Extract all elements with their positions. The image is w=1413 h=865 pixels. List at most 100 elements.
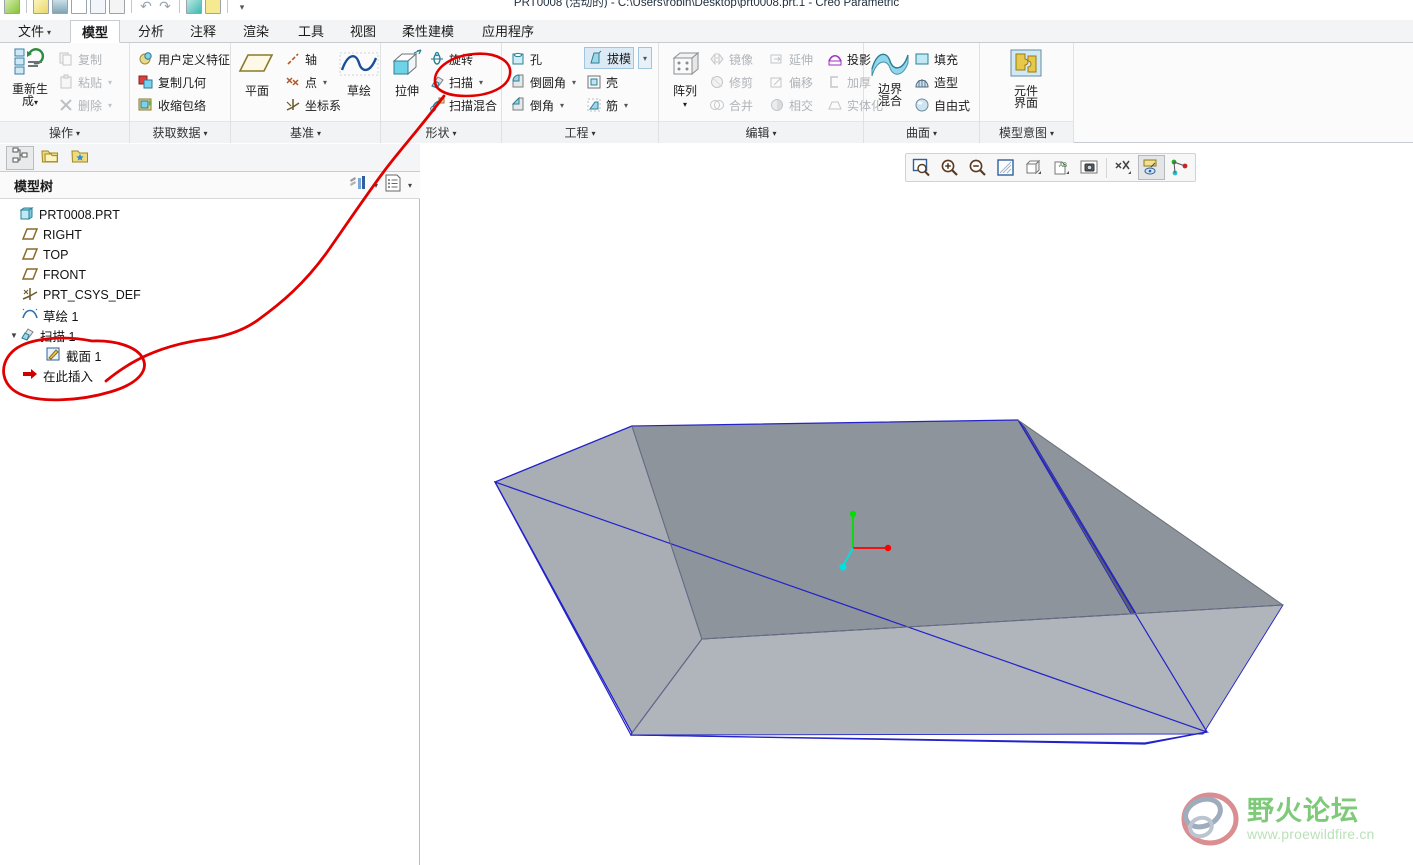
copy-geometry-button[interactable]: 复制几何	[138, 72, 206, 92]
udf-button[interactable]: 用户定义特征	[138, 49, 230, 69]
tab-file[interactable]: 文件 ▾	[8, 20, 64, 43]
undo-icon[interactable]: ↶	[138, 0, 154, 14]
open-icon[interactable]	[33, 0, 49, 14]
datum-plane-button[interactable]: 平面	[233, 49, 281, 97]
regenerate-icon[interactable]	[186, 0, 202, 14]
tree-node-sweep1[interactable]: ▼ 扫描 1	[8, 325, 75, 345]
trim-icon	[709, 74, 725, 90]
quick-access-toolbar[interactable]: ↶ ↷ ▾	[0, 0, 250, 16]
round-button[interactable]: 倒圆角 ▾	[510, 72, 576, 92]
swept-blend-button[interactable]: 扫描混合	[429, 95, 497, 115]
draft-dropdown[interactable]: ▾	[638, 47, 652, 69]
tab-folder-browser[interactable]	[36, 146, 64, 170]
merge-button[interactable]: 合并	[709, 95, 753, 115]
tree-node-insert-here[interactable]: 在此插入	[22, 365, 93, 385]
page-title: 模型树	[14, 178, 54, 194]
shell-icon	[586, 74, 602, 90]
tab-model-tree[interactable]	[6, 145, 34, 170]
ribbon-group-datum-label[interactable]: 基准 ▾	[231, 121, 380, 143]
freestyle-button[interactable]: 自由式	[914, 95, 970, 115]
component-interface-label-line2: 界面	[1013, 96, 1038, 110]
hole-button[interactable]: 孔	[510, 49, 542, 69]
sketch-button[interactable]: 草绘	[335, 49, 383, 97]
tree-filter-icon[interactable]	[348, 174, 368, 197]
tree-node-right[interactable]: RIGHT	[21, 225, 82, 245]
revolve-button[interactable]: 旋转	[429, 49, 473, 69]
draft-button[interactable]: 拔模	[584, 47, 635, 69]
tab-render[interactable]: 渲染	[233, 20, 279, 43]
shell-button[interactable]: 壳	[586, 72, 618, 92]
graphics-area[interactable]: AB 野火论坛 www.proewildfire.cn	[421, 144, 1413, 865]
offset-button[interactable]: 偏移	[769, 72, 813, 92]
qat-separator-2	[131, 0, 132, 13]
tab-flexible-modeling[interactable]: 柔性建模	[392, 20, 464, 43]
tab-tools[interactable]: 工具	[288, 20, 334, 43]
delete-button[interactable]: 删除 ▾	[58, 95, 112, 115]
copy-button[interactable]: 复制	[58, 49, 102, 69]
rib-button[interactable]: 筋 ▾	[586, 95, 628, 115]
more-icon[interactable]: ▾	[234, 0, 250, 14]
ribbon-tabstrip[interactable]: 文件 ▾ 模型 分析 注释 渲染 工具 视图 柔性建模 应用程序	[0, 20, 1413, 43]
list-icon[interactable]	[90, 0, 106, 14]
note-icon[interactable]	[205, 0, 221, 14]
axis-button[interactable]: 轴	[285, 49, 317, 69]
save-icon[interactable]	[52, 0, 68, 14]
intersect-button[interactable]: 相交	[769, 95, 813, 115]
tree-node-part[interactable]: PRT0008.PRT	[8, 205, 120, 225]
copy-window-icon[interactable]	[109, 0, 125, 14]
chamfer-button[interactable]: 倒角 ▾	[510, 95, 564, 115]
copy-geometry-label: 复制几何	[158, 75, 207, 90]
chevron-down-icon: ▾	[34, 98, 39, 107]
ribbon-group-get-data-label[interactable]: 获取数据 ▾	[130, 121, 230, 143]
tree-expander[interactable]: ▼	[8, 331, 20, 340]
part-icon	[19, 206, 34, 224]
fill-button[interactable]: 填充	[914, 49, 958, 69]
sweep-button[interactable]: 扫描 ▾	[429, 72, 483, 92]
model-tree-list[interactable]: PRT0008.PRT RIGHT TOP FRONT PRT_CSYS_DEF…	[0, 199, 419, 865]
tree-node-label: 在此插入	[43, 369, 94, 384]
plane-icon	[21, 267, 39, 284]
model-tree-header-tools[interactable]: ▾ ▾	[348, 174, 416, 197]
paste-button[interactable]: 粘贴 ▾	[58, 72, 112, 92]
chevron-down-icon-2[interactable]: ▾	[404, 181, 416, 190]
tab-annotate[interactable]: 注释	[180, 20, 226, 43]
tab-view[interactable]: 视图	[340, 20, 386, 43]
solid-model-view[interactable]	[421, 144, 1413, 865]
trim-button[interactable]: 修剪	[709, 72, 753, 92]
style-button[interactable]: 造型	[914, 72, 958, 92]
component-interface-button[interactable]: 元件 界面	[1002, 47, 1050, 109]
shrinkwrap-button[interactable]: 收缩包络	[138, 95, 206, 115]
freestyle-label: 自由式	[934, 98, 971, 113]
redo-icon[interactable]: ↷	[157, 0, 173, 14]
pattern-button[interactable]: 阵列 ▾	[661, 47, 709, 111]
tab-analysis[interactable]: 分析	[128, 20, 174, 43]
ribbon-group-model-intent-label[interactable]: 模型意图 ▾	[980, 121, 1073, 143]
ribbon-group-engineering-label[interactable]: 工程 ▾	[502, 121, 658, 143]
tree-node-top[interactable]: TOP	[21, 245, 68, 265]
tab-favorites[interactable]	[66, 146, 94, 170]
mirror-button[interactable]: 镜像	[709, 49, 753, 69]
ribbon-group-surfaces-label[interactable]: 曲面 ▾	[864, 121, 979, 143]
tree-node-label: PRT0008.PRT	[39, 208, 120, 222]
point-button[interactable]: 点 ▾	[285, 72, 327, 92]
ribbon-group-editing-label[interactable]: 编辑 ▾	[659, 121, 863, 143]
tree-node-front[interactable]: FRONT	[21, 265, 86, 285]
extend-button[interactable]: 延伸	[769, 49, 813, 69]
extrude-button[interactable]: 拉伸	[383, 47, 431, 97]
boundary-blend-button[interactable]: 边界 混合	[866, 45, 914, 107]
tab-applications[interactable]: 应用程序	[472, 20, 544, 43]
ribbon-group-operations-label[interactable]: 操作 ▾	[0, 121, 129, 143]
regenerate-button[interactable]: 重新生 成▾	[6, 45, 54, 109]
tree-display-icon[interactable]	[384, 174, 402, 197]
tree-node-sketch1[interactable]: 草绘 1	[22, 305, 78, 325]
tab-model[interactable]: 模型	[70, 20, 120, 43]
tree-tabstrip[interactable]	[0, 144, 420, 172]
chevron-down-icon[interactable]: ▾	[370, 181, 382, 190]
window-icon[interactable]	[71, 0, 87, 14]
copy-label: 复制	[78, 52, 103, 67]
tree-node-csys[interactable]: PRT_CSYS_DEF	[22, 285, 141, 305]
new-icon[interactable]	[4, 0, 20, 14]
ribbon-group-shapes-label[interactable]: 形状 ▾	[381, 121, 501, 143]
tree-node-section1[interactable]: 截面 1	[46, 345, 101, 365]
csys-button[interactable]: 坐标系	[285, 95, 341, 115]
